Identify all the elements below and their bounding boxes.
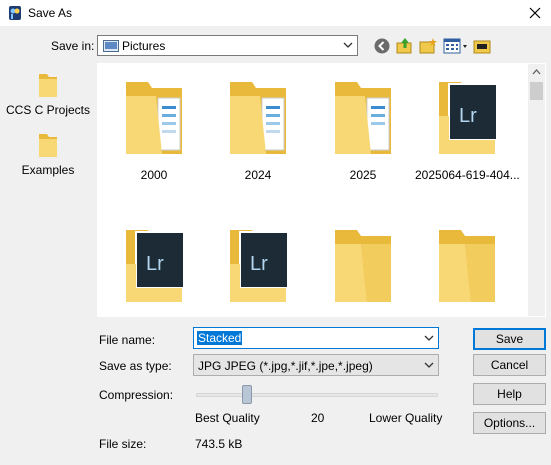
preview-folder-icon[interactable] [473, 37, 491, 55]
file-size-value: 743.5 kB [195, 437, 243, 451]
up-folder-icon[interactable] [396, 37, 414, 55]
compression-value: 20 [311, 411, 325, 425]
place-label: CCS C Projects [5, 103, 91, 117]
save-as-type-value: JPG JPEG (*.jpg,*.jif,*.jpe,*.jpeg) [198, 359, 373, 373]
vertical-scrollbar[interactable] [528, 64, 545, 316]
chevron-down-icon[interactable] [424, 335, 434, 341]
folder-icon [39, 74, 57, 97]
list-item[interactable]: 2024 [206, 76, 310, 182]
chevron-down-icon [424, 362, 434, 368]
scroll-up-icon[interactable] [532, 69, 541, 75]
file-name-input[interactable]: Stacked [193, 327, 439, 349]
folder-with-documents-icon [335, 82, 391, 154]
svg-text:Lr: Lr [459, 105, 477, 127]
lightroom-folder-icon: Lr [230, 230, 289, 302]
save-in-value: Pictures [122, 39, 166, 53]
compression-label: Compression: [99, 388, 174, 402]
app-icon [9, 6, 21, 20]
list-item[interactable]: 2025 [311, 76, 415, 182]
folder-icon [335, 230, 391, 302]
place-ccs-c-projects[interactable]: CCS C Projects [4, 71, 92, 117]
close-button[interactable] [521, 0, 551, 26]
folder-icon [39, 134, 57, 157]
folder-with-documents-icon [126, 82, 182, 154]
compression-slider-track[interactable] [196, 393, 438, 397]
view-menu-icon[interactable] [443, 37, 469, 55]
best-quality-label: Best Quality [195, 411, 260, 425]
places-bar: CCS C Projects Examples [4, 63, 92, 403]
file-name: 2024 [244, 168, 272, 182]
svg-text:Lr: Lr [250, 253, 268, 275]
list-item[interactable] [415, 224, 519, 306]
lightroom-folder-icon: Lr [439, 82, 498, 154]
pictures-folder-icon [103, 40, 119, 52]
help-button[interactable]: Help [473, 383, 546, 405]
scrollbar-thumb[interactable] [530, 82, 543, 100]
folder-icon [439, 230, 495, 302]
lower-quality-label: Lower Quality [369, 411, 443, 425]
list-item[interactable]: Lr [102, 224, 206, 306]
file-name-label: File name: [99, 333, 156, 347]
list-item[interactable] [311, 224, 415, 306]
file-name: 2025064-619-404... [415, 168, 520, 182]
file-name: 2025 [349, 168, 377, 182]
window-title: Save As [28, 6, 73, 20]
list-item[interactable]: Lr 2025064-619-404... [415, 76, 520, 182]
save-button[interactable]: Save [473, 328, 546, 350]
file-list[interactable]: 2000 2024 2025 Lr 2025064-619-404... Lr … [97, 63, 546, 317]
title-bar: Save As [0, 0, 551, 26]
place-label: Examples [21, 163, 75, 177]
compression-slider-thumb[interactable] [242, 385, 252, 404]
place-examples[interactable]: Examples [4, 131, 92, 177]
save-as-type-dropdown[interactable]: JPG JPEG (*.jpg,*.jif,*.jpe,*.jpeg) [193, 354, 439, 376]
file-name-value: Stacked [197, 331, 243, 345]
chevron-down-icon [343, 42, 353, 48]
folder-with-documents-icon [230, 82, 286, 154]
close-icon [529, 7, 541, 19]
save-as-type-label: Save as type: [99, 359, 172, 373]
list-item[interactable]: 2000 [102, 76, 206, 182]
file-name: 2000 [140, 168, 168, 182]
file-size-label: File size: [99, 437, 147, 451]
back-icon[interactable] [373, 37, 391, 55]
save-in-dropdown[interactable]: Pictures [97, 35, 358, 56]
save-in-label: Save in: [51, 39, 95, 53]
list-item[interactable]: Lr [206, 224, 310, 306]
cancel-button[interactable]: Cancel [473, 354, 546, 376]
options-button[interactable]: Options... [473, 412, 546, 434]
new-folder-icon[interactable] [419, 37, 437, 55]
lightroom-folder-icon: Lr [126, 230, 185, 302]
svg-text:Lr: Lr [146, 253, 164, 275]
